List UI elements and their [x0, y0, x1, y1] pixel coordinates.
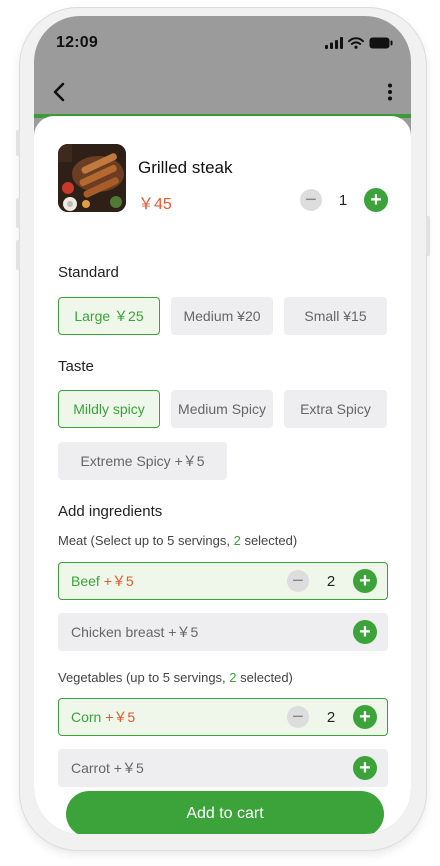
- ingredient-row-beef[interactable]: Beef +￥5 − 2 +: [58, 562, 388, 600]
- increase-corn-button[interactable]: +: [353, 705, 377, 729]
- add-chicken-breast-button[interactable]: +: [353, 620, 377, 644]
- minus-icon: −: [292, 706, 304, 728]
- status-bar: 12:09: [34, 16, 411, 70]
- add-carrot-button[interactable]: +: [353, 756, 377, 780]
- standard-option-large[interactable]: Large ￥25: [58, 297, 160, 335]
- decrease-quantity-button[interactable]: −: [300, 189, 322, 211]
- beef-quantity-stepper: − 2 +: [287, 569, 377, 593]
- ingredient-extra-price: +￥5: [103, 573, 134, 589]
- ingredient-name: Chicken breast +￥5: [71, 624, 199, 640]
- side-button: [16, 240, 20, 270]
- signal-icon: [325, 37, 343, 49]
- plus-icon: +: [359, 570, 371, 592]
- minus-icon: −: [305, 189, 317, 211]
- ingredient-label: Corn +￥5: [71, 707, 135, 727]
- taste-option-extreme-spicy[interactable]: Extreme Spicy +￥5: [58, 442, 227, 480]
- corn-quantity-stepper: − 2 +: [287, 705, 377, 729]
- minus-icon: −: [292, 570, 304, 592]
- steak-photo: [58, 144, 126, 212]
- product-image: [58, 144, 126, 212]
- status-icons: [325, 37, 393, 49]
- product-quantity-stepper: − 1 +: [300, 188, 388, 212]
- ingredient-name: Corn: [71, 709, 102, 725]
- nav-bar: [34, 70, 411, 114]
- plus-icon: +: [370, 189, 382, 211]
- ingredient-name: Carrot +￥5: [71, 760, 144, 776]
- ingredient-row-corn[interactable]: Corn +￥5 − 2 +: [58, 698, 388, 736]
- product-summary: Grilled steak ￥45 − 1 +: [58, 144, 388, 216]
- taste-option-mildly-spicy[interactable]: Mildly spicy: [58, 390, 160, 428]
- taste-option-medium-spicy[interactable]: Medium Spicy: [171, 390, 273, 428]
- ingredient-row-carrot[interactable]: Carrot +￥5 +: [58, 749, 388, 787]
- meat-selected-count: 2: [233, 533, 241, 548]
- ingredient-name: Beef: [71, 573, 100, 589]
- beef-quantity: 2: [326, 572, 336, 590]
- corn-quantity: 2: [326, 708, 336, 726]
- battery-icon: [369, 37, 393, 49]
- vegetables-subtitle-suffix: selected): [236, 670, 293, 685]
- side-button: [16, 198, 20, 228]
- status-time: 12:09: [56, 34, 98, 51]
- decrease-beef-button[interactable]: −: [287, 570, 309, 592]
- taste-option-extra-spicy[interactable]: Extra Spicy: [284, 390, 387, 428]
- side-button: [16, 130, 20, 156]
- taste-title: Taste: [58, 358, 94, 375]
- standard-title: Standard: [58, 264, 119, 281]
- standard-option-small[interactable]: Small ¥15: [284, 297, 387, 335]
- vegetables-subtitle-prefix: Vegetables (up to 5 servings,: [58, 670, 230, 685]
- back-arrow-icon[interactable]: [52, 82, 66, 102]
- product-name: Grilled steak: [138, 158, 233, 177]
- options-sheet: Grilled steak ￥45 − 1 + Standard Large ￥…: [34, 116, 411, 834]
- standard-option-medium[interactable]: Medium ¥20: [171, 297, 273, 335]
- vegetables-selected-count: 2: [229, 670, 237, 685]
- wifi-icon: [348, 37, 364, 49]
- plus-icon: +: [359, 621, 371, 643]
- ingredients-title: Add ingredients: [58, 503, 163, 520]
- product-quantity: 1: [338, 191, 348, 209]
- increase-quantity-button[interactable]: +: [364, 188, 388, 212]
- ingredient-extra-price: +￥5: [105, 709, 136, 725]
- add-to-cart-button[interactable]: Add to cart: [66, 791, 384, 834]
- plus-icon: +: [359, 706, 371, 728]
- plus-icon: +: [359, 757, 371, 779]
- more-vertical-icon[interactable]: [387, 82, 393, 102]
- meat-subtitle-prefix: Meat (Select up to 5 servings,: [58, 533, 234, 548]
- increase-beef-button[interactable]: +: [353, 569, 377, 593]
- screen: 12:09 Grilled steak ￥45 − 1 + Standard L…: [34, 16, 411, 834]
- product-price: ￥45: [138, 196, 172, 213]
- decrease-corn-button[interactable]: −: [287, 706, 309, 728]
- ingredient-label: Beef +￥5: [71, 571, 134, 591]
- vegetables-subtitle: Vegetables (up to 5 servings, 2 selected…: [58, 670, 293, 685]
- meat-subtitle: Meat (Select up to 5 servings, 2 selecte…: [58, 533, 297, 548]
- side-button: [426, 216, 430, 256]
- meat-subtitle-suffix: selected): [240, 533, 298, 548]
- ingredient-row-chicken-breast[interactable]: Chicken breast +￥5 +: [58, 613, 388, 651]
